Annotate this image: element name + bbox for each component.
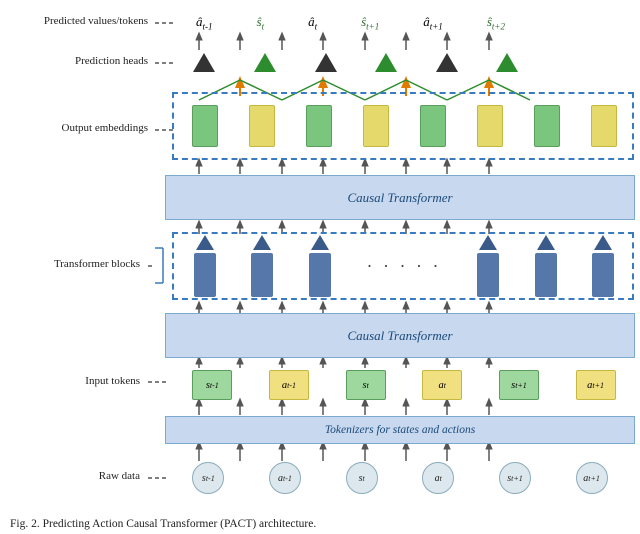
- prediction-heads-row: [174, 49, 635, 75]
- input-s-t: st: [346, 370, 386, 400]
- trans-block-5: [535, 253, 557, 297]
- predicted-values-row: ât-1 ŝt ât ŝt+1 ât+1 ŝt+2: [174, 10, 635, 36]
- trans-block-6: [592, 253, 614, 297]
- raw-s-tminus1: st-1: [192, 462, 224, 494]
- tokenizers-bar: Tokenizers for states and actions: [165, 416, 635, 444]
- pred-head-black-1: [193, 53, 215, 72]
- causal-transformer-bottom: Causal Transformer: [165, 313, 635, 358]
- pred-s-tplus2: ŝt+2: [487, 14, 505, 32]
- embed-green-3: [420, 105, 446, 147]
- label-transformer-blocks: Transformer blocks: [0, 258, 140, 270]
- trans-block-4: [477, 253, 499, 297]
- pred-head-green-3: [496, 53, 518, 72]
- causal-transformer-top: Causal Transformer: [165, 175, 635, 220]
- embed-green-1: [192, 105, 218, 147]
- label-input-tokens: Input tokens: [0, 375, 140, 387]
- pred-s-tplus1: ŝt+1: [361, 14, 379, 32]
- pred-a-tminus1: ât-1: [196, 14, 213, 32]
- embed-yellow-1: [249, 105, 275, 147]
- input-a-tplus1: at+1: [576, 370, 616, 400]
- causal-transformer-bottom-label: Causal Transformer: [347, 328, 452, 344]
- trans-tri-3: [311, 235, 329, 250]
- embed-green-4: [534, 105, 560, 147]
- raw-a-t: at: [422, 462, 454, 494]
- input-tokens-row: st-1 at-1 st at st+1 at+1: [174, 365, 634, 405]
- pred-s-t: ŝt: [257, 14, 265, 32]
- pred-head-black-2: [315, 53, 337, 72]
- pred-head-green-1: [254, 53, 276, 72]
- embed-yellow-3: [477, 105, 503, 147]
- trans-block-1: [194, 253, 216, 297]
- raw-a-tminus1: at-1: [269, 462, 301, 494]
- transformer-blocks-row: · · · · ·: [176, 236, 632, 296]
- input-s-tminus1: st-1: [192, 370, 232, 400]
- embed-yellow-4: [591, 105, 617, 147]
- raw-a-tplus1: at+1: [576, 462, 608, 494]
- trans-tri-1: [196, 235, 214, 250]
- trans-block-2: [251, 253, 273, 297]
- trans-tri-5: [537, 235, 555, 250]
- label-prediction-heads: Prediction heads: [0, 55, 148, 67]
- pred-a-t: ât: [308, 14, 317, 32]
- label-predicted-values: Predicted values/tokens: [0, 15, 148, 27]
- trans-tri-6: [594, 235, 612, 250]
- causal-transformer-top-label: Causal Transformer: [347, 190, 452, 206]
- trans-block-3: [309, 253, 331, 297]
- pred-head-green-2: [375, 53, 397, 72]
- tokenizers-label: Tokenizers for states and actions: [325, 424, 475, 436]
- trans-tri-4: [479, 235, 497, 250]
- caption: Fig. 2. Predicting Action Causal Transfo…: [10, 518, 630, 530]
- trans-tri-2: [253, 235, 271, 250]
- pred-head-black-3: [436, 53, 458, 72]
- embed-yellow-2: [363, 105, 389, 147]
- pred-a-tplus1: ât+1: [423, 14, 443, 32]
- raw-s-tplus1: st+1: [499, 462, 531, 494]
- input-s-tplus1: st+1: [499, 370, 539, 400]
- input-a-t: at: [422, 370, 462, 400]
- raw-s-t: st: [346, 462, 378, 494]
- diagram-container: Predicted values/tokens Prediction heads…: [0, 0, 640, 510]
- dots: · · · · ·: [366, 256, 441, 277]
- embed-green-2: [306, 105, 332, 147]
- label-output-embeddings: Output embeddings: [0, 122, 148, 134]
- raw-data-row: st-1 at-1 st at st+1 at+1: [170, 462, 630, 494]
- label-raw-data: Raw data: [0, 470, 140, 482]
- output-embeddings-row: [176, 97, 632, 155]
- input-a-tminus1: at-1: [269, 370, 309, 400]
